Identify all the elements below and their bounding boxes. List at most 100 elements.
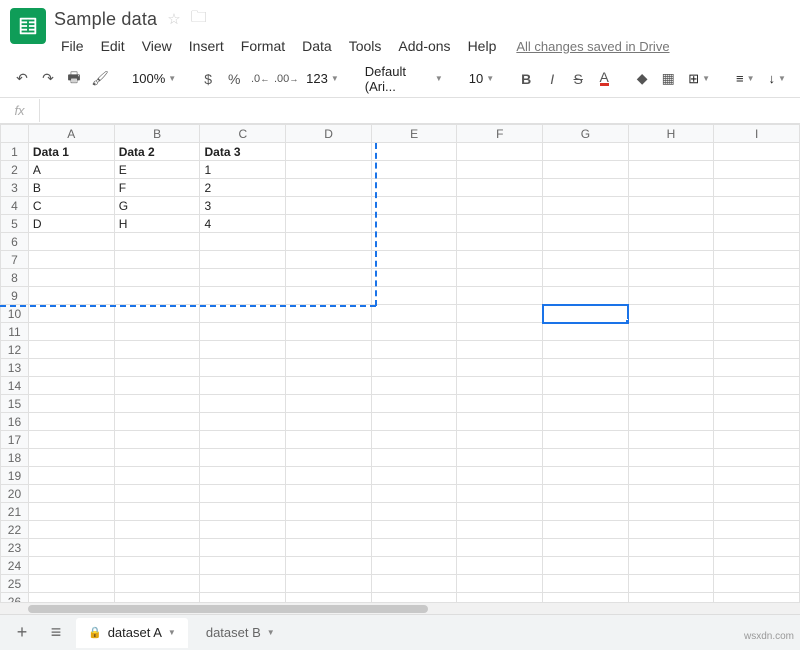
cell[interactable] <box>286 251 372 269</box>
cell[interactable] <box>714 359 800 377</box>
col-header-D[interactable]: D <box>286 125 372 143</box>
cell[interactable]: H <box>114 215 200 233</box>
cell[interactable] <box>714 503 800 521</box>
cell[interactable] <box>114 233 200 251</box>
col-header-E[interactable]: E <box>371 125 457 143</box>
cell[interactable] <box>200 287 286 305</box>
cell[interactable] <box>371 485 457 503</box>
cell[interactable] <box>114 557 200 575</box>
h-align-dropdown[interactable]: ≡▼ <box>730 66 761 92</box>
cell[interactable] <box>371 359 457 377</box>
cell[interactable]: F <box>114 179 200 197</box>
cell[interactable] <box>286 395 372 413</box>
cell[interactable] <box>200 305 286 323</box>
cell[interactable] <box>371 503 457 521</box>
cell[interactable]: Data 1 <box>28 143 114 161</box>
cell[interactable] <box>457 359 543 377</box>
cell[interactable] <box>457 485 543 503</box>
cell[interactable] <box>286 575 372 593</box>
cell[interactable]: 4 <box>200 215 286 233</box>
cell[interactable] <box>114 431 200 449</box>
cell[interactable] <box>628 503 714 521</box>
cell[interactable] <box>371 215 457 233</box>
row-header[interactable]: 11 <box>1 323 29 341</box>
cell[interactable] <box>371 431 457 449</box>
cell[interactable] <box>114 503 200 521</box>
cell[interactable] <box>114 575 200 593</box>
cell[interactable] <box>543 377 629 395</box>
cell[interactable] <box>371 377 457 395</box>
cell[interactable] <box>457 161 543 179</box>
zoom-dropdown[interactable]: 100%▼ <box>126 66 182 92</box>
save-status[interactable]: All changes saved in Drive <box>516 39 669 54</box>
cell[interactable] <box>114 251 200 269</box>
cell[interactable] <box>286 197 372 215</box>
italic-button[interactable]: I <box>540 66 564 92</box>
cell[interactable] <box>628 359 714 377</box>
cell[interactable]: 3 <box>200 197 286 215</box>
paint-format-button[interactable]: 🖌 <box>88 66 112 92</box>
undo-button[interactable]: ↶ <box>10 66 34 92</box>
merge-dropdown[interactable]: ⊞▼ <box>682 66 716 92</box>
cell[interactable] <box>628 467 714 485</box>
cell[interactable] <box>543 233 629 251</box>
star-icon[interactable]: ☆ <box>167 10 180 28</box>
font-size-dropdown[interactable]: 10▼ <box>463 66 500 92</box>
cell[interactable] <box>200 557 286 575</box>
cell[interactable] <box>714 467 800 485</box>
chevron-down-icon[interactable]: ▼ <box>267 628 275 637</box>
cell[interactable] <box>28 323 114 341</box>
cell[interactable] <box>286 557 372 575</box>
cell[interactable] <box>628 485 714 503</box>
cell[interactable] <box>543 269 629 287</box>
cell[interactable] <box>114 287 200 305</box>
cell[interactable] <box>200 449 286 467</box>
cell[interactable] <box>628 575 714 593</box>
cell[interactable] <box>457 197 543 215</box>
cell[interactable] <box>457 413 543 431</box>
cell[interactable] <box>371 593 457 603</box>
cell[interactable] <box>371 521 457 539</box>
cell[interactable] <box>714 251 800 269</box>
cell[interactable] <box>286 269 372 287</box>
cell[interactable] <box>200 539 286 557</box>
cell[interactable] <box>28 539 114 557</box>
cell[interactable] <box>457 305 543 323</box>
cell[interactable]: A <box>28 161 114 179</box>
cell[interactable] <box>371 323 457 341</box>
cell[interactable] <box>628 539 714 557</box>
cell[interactable]: C <box>28 197 114 215</box>
doc-title[interactable]: Sample data <box>54 9 157 30</box>
cell[interactable] <box>714 341 800 359</box>
row-header[interactable]: 8 <box>1 269 29 287</box>
cell[interactable] <box>371 539 457 557</box>
cell[interactable] <box>28 485 114 503</box>
cell[interactable] <box>286 215 372 233</box>
cell[interactable] <box>714 161 800 179</box>
text-color-button[interactable]: A <box>592 66 616 92</box>
cell[interactable] <box>714 449 800 467</box>
cell[interactable] <box>714 179 800 197</box>
cell[interactable]: Data 2 <box>114 143 200 161</box>
cell[interactable] <box>371 179 457 197</box>
cell[interactable] <box>714 521 800 539</box>
cell[interactable] <box>28 233 114 251</box>
cell[interactable] <box>28 305 114 323</box>
cell[interactable] <box>371 467 457 485</box>
row-header[interactable]: 4 <box>1 197 29 215</box>
cell[interactable] <box>457 503 543 521</box>
cell[interactable] <box>286 233 372 251</box>
cell[interactable] <box>286 305 372 323</box>
cell[interactable] <box>457 341 543 359</box>
cell[interactable] <box>200 251 286 269</box>
cell[interactable] <box>200 521 286 539</box>
menu-file[interactable]: File <box>54 35 91 57</box>
cell[interactable] <box>286 539 372 557</box>
cell[interactable] <box>628 233 714 251</box>
cell[interactable] <box>457 269 543 287</box>
cell[interactable] <box>371 305 457 323</box>
cell[interactable] <box>200 269 286 287</box>
cell[interactable] <box>628 179 714 197</box>
cell[interactable] <box>628 521 714 539</box>
number-format-dropdown[interactable]: 123▼ <box>300 66 345 92</box>
